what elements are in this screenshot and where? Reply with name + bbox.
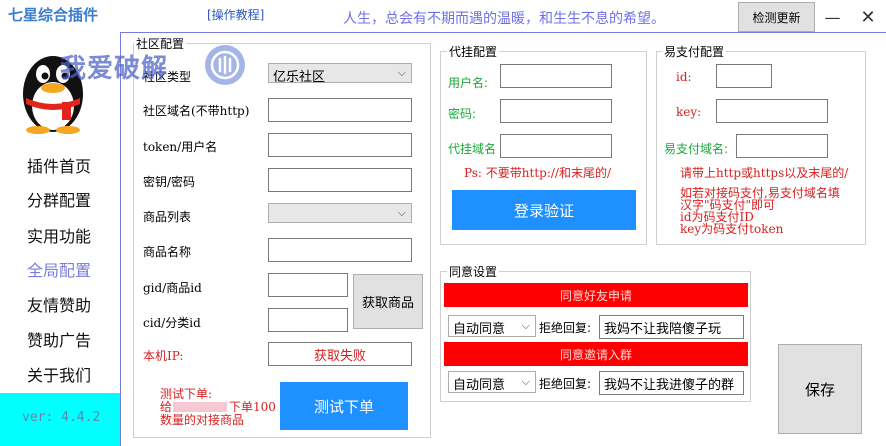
sidebar-divider <box>120 32 121 446</box>
proxy-username-input[interactable] <box>500 64 612 88</box>
sidebar-item-global-config[interactable]: 全局配置 <box>0 252 120 286</box>
secret-label: 密钥/密码 <box>143 175 196 189</box>
app-title: 七星综合插件 <box>8 6 99 24</box>
cid-input[interactable] <box>268 308 348 332</box>
sidebar-item-group-config[interactable]: 分群配置 <box>0 182 120 216</box>
epay-note-5: key为码支付token <box>680 222 784 236</box>
group-mode-select[interactable]: 自动同意 ⌵ <box>448 371 536 393</box>
sidebar-item-utilities[interactable]: 实用功能 <box>0 218 120 252</box>
epay-id-label: id: <box>676 70 692 84</box>
token-label: token/用户名 <box>143 140 218 154</box>
test-order-button[interactable]: 测试下单 <box>280 382 408 430</box>
chevron-down-icon: ⌵ <box>521 319 530 332</box>
test-order-note-line3: 数量的对接商品 <box>160 413 245 427</box>
epay-key-label: key: <box>676 105 702 119</box>
gid-label: gid/商品id <box>143 281 202 295</box>
lock-icon <box>210 50 240 80</box>
local-ip-label: 本机IP: <box>143 349 184 363</box>
chevron-down-icon: ⌵ <box>397 66 406 79</box>
watermark-badge <box>205 45 245 85</box>
epay-key-input[interactable] <box>716 99 828 123</box>
title-divider <box>120 32 886 33</box>
secret-input[interactable] <box>268 168 412 192</box>
group-reject-label: 拒绝回复: <box>539 377 592 391</box>
epay-note-1: 请带上http或https以及末尾的/ <box>680 166 849 180</box>
agree-friend-request-button[interactable]: 同意好友申请 <box>444 283 748 307</box>
friend-mode-select[interactable]: 自动同意 ⌵ <box>448 315 536 337</box>
proxy-domain-note: Ps: 不要带http://和末尾的/ <box>464 166 611 180</box>
agree-group-invite-button[interactable]: 同意邀请入群 <box>444 342 748 366</box>
agree-settings-title: 同意设置 <box>447 263 500 280</box>
cid-label: cid/分类id <box>143 316 201 330</box>
chevron-down-icon: ⌵ <box>397 206 406 219</box>
group-reject-input[interactable]: 我妈不让我进傻子的群 <box>599 371 744 395</box>
proxy-username-label: 用户名: <box>448 76 489 90</box>
login-verify-button[interactable]: 登录验证 <box>452 190 636 230</box>
proxy-config-title: 代挂配置 <box>447 43 500 60</box>
test-order-note-line2b: 下单100 <box>229 400 276 414</box>
sidebar-item-ads[interactable]: 赞助广告 <box>0 322 120 356</box>
goods-list-select[interactable]: ⌵ <box>268 203 412 223</box>
sidebar-item-about[interactable]: 关于我们 <box>0 357 120 391</box>
tutorial-link[interactable]: [操作教程] <box>207 6 264 23</box>
epay-config-title: 易支付配置 <box>662 43 727 60</box>
community-domain-label: 社区域名(不带http) <box>143 104 250 118</box>
check-update-button[interactable]: 检测更新 <box>738 2 815 32</box>
sidebar-item-home[interactable]: 插件首页 <box>0 148 120 182</box>
chevron-down-icon: ⌵ <box>521 375 530 388</box>
proxy-password-label: 密码: <box>448 107 477 121</box>
community-domain-input[interactable] <box>268 98 412 122</box>
friend-reject-input[interactable]: 我妈不让我陪傻子玩 <box>599 315 744 339</box>
goods-name-label: 商品名称 <box>143 245 192 259</box>
minimize-button[interactable]: — <box>815 2 850 32</box>
epay-id-input[interactable] <box>716 64 772 88</box>
minimize-icon: — <box>824 7 841 27</box>
token-input[interactable] <box>268 133 412 157</box>
test-order-note-line2a: 给 <box>160 400 173 414</box>
friend-reject-label: 拒绝回复: <box>539 321 592 335</box>
watermark-text: 我爱破解 <box>60 54 169 84</box>
community-type-select[interactable]: 亿乐社区 ⌵ <box>268 63 412 83</box>
proxy-domain-label: 代挂域名 <box>448 142 497 156</box>
redacted-block <box>173 402 227 412</box>
goods-name-input[interactable] <box>268 238 412 262</box>
epay-domain-input[interactable] <box>736 134 828 158</box>
proxy-domain-input[interactable] <box>500 134 612 158</box>
local-ip-value: 获取失败 <box>268 342 412 366</box>
epay-domain-label: 易支付域名: <box>664 142 729 156</box>
gid-input[interactable] <box>268 273 348 297</box>
slogan-text: 人生，总会有不期而遇的温暖，和生生不息的希望。 <box>343 11 665 27</box>
proxy-password-input[interactable] <box>500 99 612 123</box>
save-button[interactable]: 保存 <box>778 344 862 434</box>
test-order-note-line1: 测试下单: <box>160 387 213 401</box>
version-label: ver: 4.4.2 <box>22 410 101 425</box>
goods-list-label: 商品列表 <box>143 210 192 224</box>
sidebar-item-sponsor[interactable]: 友情赞助 <box>0 287 120 321</box>
close-button[interactable]: ✕ <box>850 2 886 32</box>
get-goods-button[interactable]: 获取商品 <box>353 274 423 329</box>
close-icon: ✕ <box>860 6 876 28</box>
